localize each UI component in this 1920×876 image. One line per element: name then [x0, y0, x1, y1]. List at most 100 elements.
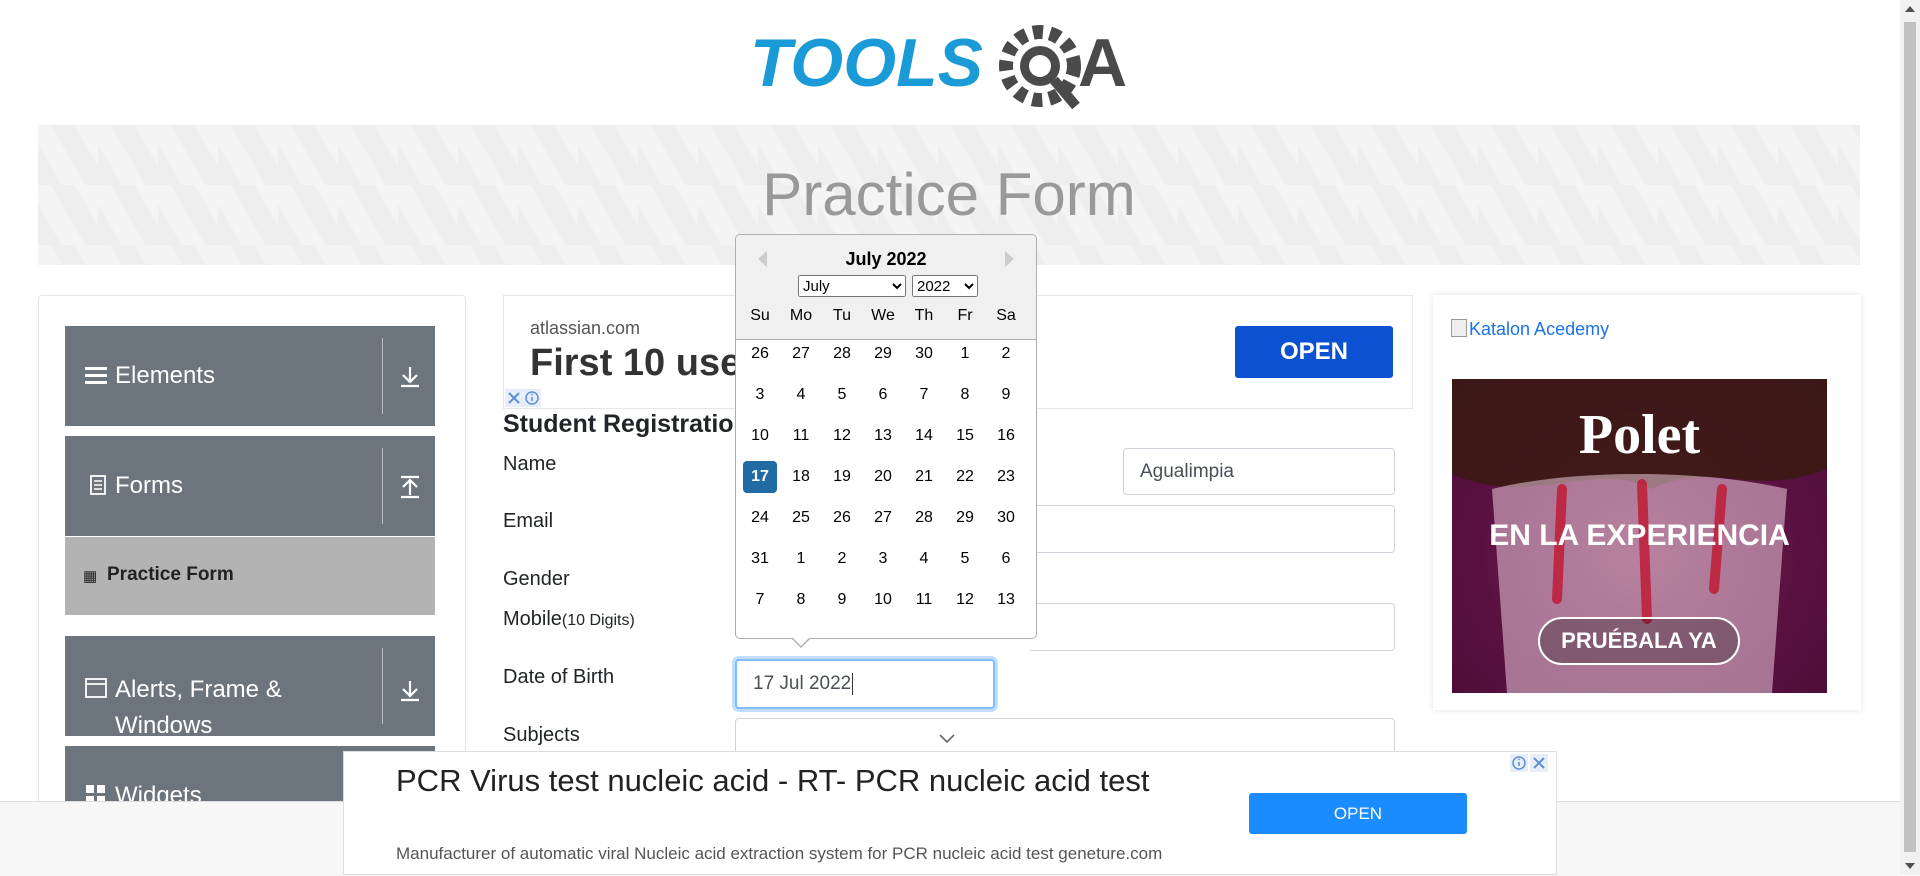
ad-choices-icon[interactable] [1510, 754, 1548, 772]
calendar-day[interactable]: 13 [866, 420, 900, 452]
download-icon[interactable] [397, 678, 423, 704]
calendar-day[interactable]: 15 [948, 420, 982, 452]
calendar-day[interactable]: 11 [907, 584, 941, 616]
calendar-day[interactable]: 28 [825, 338, 859, 370]
calendar-day[interactable]: 12 [948, 584, 982, 616]
email-input[interactable] [1030, 505, 1395, 553]
scroll-down-icon[interactable] [1905, 863, 1915, 869]
toolsqa-logo[interactable]: TOOLS A [750, 18, 1150, 113]
upload-icon[interactable] [397, 474, 423, 500]
calendar-day[interactable]: 31 [743, 543, 777, 575]
calendar-day[interactable]: 2 [989, 338, 1023, 370]
calendar-day[interactable]: 7 [743, 584, 777, 616]
logo-text-tools: TOOLS [750, 25, 983, 101]
ad-open-button[interactable]: OPEN [1249, 793, 1467, 834]
calendar-day[interactable]: 10 [866, 584, 900, 616]
sidebar-group-forms[interactable]: Forms [65, 436, 435, 536]
calendar-day[interactable]: 24 [743, 502, 777, 534]
calendar-day[interactable]: 2 [825, 543, 859, 575]
page-title: Practice Form [762, 161, 1136, 228]
calendar-day[interactable]: 29 [866, 338, 900, 370]
calendar-day[interactable]: 17 [743, 461, 777, 493]
divider [382, 648, 383, 724]
broken-image-icon [1451, 319, 1467, 337]
ad-headline[interactable]: PCR Virus test nucleic acid - RT- PCR nu… [396, 760, 1176, 801]
calendar-day[interactable]: 30 [989, 502, 1023, 534]
calendar-day[interactable]: 1 [948, 338, 982, 370]
sidebar-group-alerts[interactable]: Alerts, Frame & Windows [65, 636, 435, 739]
page-scrollbar[interactable] [1900, 0, 1920, 875]
calendar-day[interactable]: 14 [907, 420, 941, 452]
calendar-day[interactable]: 20 [866, 461, 900, 493]
mobile-label: Mobile(10 Digits) [503, 608, 635, 631]
sidebar-group-elements[interactable]: Elements [65, 326, 435, 426]
ad-sidebar-right[interactable]: Katalon Acedemy Polet EN LA EXPERIENCIA … [1433, 295, 1861, 710]
ad-choices-icon[interactable] [505, 389, 541, 407]
scrollbar-thumb[interactable] [1904, 22, 1916, 852]
ad-slogan: EN LA EXPERIENCIA [1489, 519, 1790, 552]
popup-pointer-fill [793, 638, 809, 646]
polet-ad-image[interactable]: Polet EN LA EXPERIENCIA PRUÉBALA YA [1452, 379, 1827, 693]
calendar-day[interactable]: 6 [989, 543, 1023, 575]
month-select[interactable]: July [798, 275, 906, 297]
calendar-day[interactable]: 9 [989, 379, 1023, 411]
calendar-day[interactable]: 18 [784, 461, 818, 493]
calendar-day[interactable]: 7 [907, 379, 941, 411]
date-picker-header: July 2022 July 2022 Su Mo Tu We Th Fr Sa [736, 235, 1036, 340]
calendar-day[interactable]: 16 [989, 420, 1023, 452]
calendar-day[interactable]: 1 [784, 543, 818, 575]
calendar-day[interactable]: 6 [866, 379, 900, 411]
ad-cta-button[interactable]: PRUÉBALA YA [1538, 617, 1740, 665]
calendar-day[interactable]: 19 [825, 461, 859, 493]
calendar-day[interactable]: 5 [948, 543, 982, 575]
calendar-day[interactable]: 10 [743, 420, 777, 452]
calendar-day[interactable]: 26 [743, 338, 777, 370]
text-cursor [852, 673, 854, 695]
calendar-day[interactable]: 4 [784, 379, 818, 411]
calendar-day[interactable]: 26 [825, 502, 859, 534]
divider [382, 338, 383, 414]
day-name: Fr [957, 307, 973, 324]
next-month-icon[interactable] [1005, 251, 1014, 267]
calendar-day[interactable]: 28 [907, 502, 941, 534]
name-label: Name [503, 453, 557, 475]
sidebar-group-label: Forms [115, 472, 183, 499]
year-select[interactable]: 2022 [912, 275, 978, 297]
chevron-down-icon[interactable] [938, 733, 956, 745]
mobile-hint: (10 Digits) [561, 612, 635, 629]
calendar-day[interactable]: 3 [866, 543, 900, 575]
ad-brand-logo: Polet [1578, 404, 1701, 466]
calendar-day[interactable]: 25 [784, 502, 818, 534]
calendar-day[interactable]: 21 [907, 461, 941, 493]
mobile-input[interactable] [1030, 603, 1395, 651]
calendar-day[interactable]: 5 [825, 379, 859, 411]
scroll-up-icon[interactable] [1905, 6, 1915, 12]
calendar-day[interactable]: 30 [907, 338, 941, 370]
ad-broken-image-link[interactable]: Katalon Acedemy [1451, 319, 1609, 340]
calendar-day[interactable]: 13 [989, 584, 1023, 616]
date-picker-title: July 2022 [845, 249, 927, 269]
date-of-birth-input[interactable]: 17 Jul 2022 [735, 659, 995, 709]
subjects-label: Subjects [503, 724, 580, 746]
day-name: Sa [996, 307, 1016, 324]
day-name: Tu [832, 307, 852, 324]
calendar-day[interactable]: 27 [866, 502, 900, 534]
calendar-day[interactable]: 3 [743, 379, 777, 411]
ad-open-button[interactable]: OPEN [1235, 326, 1393, 378]
calendar-day[interactable]: 8 [948, 379, 982, 411]
calendar-day[interactable]: 4 [907, 543, 941, 575]
calendar-day[interactable]: 23 [989, 461, 1023, 493]
calendar-day[interactable]: 22 [948, 461, 982, 493]
calendar-day[interactable]: 8 [784, 584, 818, 616]
calendar-day[interactable]: 9 [825, 584, 859, 616]
calendar-day[interactable]: 27 [784, 338, 818, 370]
sidebar: Elements Forms ▦ Practice Form Alerts, F… [38, 295, 466, 817]
last-name-input[interactable]: Agualimpia [1123, 448, 1395, 495]
sidebar-item-practice-form[interactable]: ▦ Practice Form [65, 537, 435, 615]
sidebar-group-label: Elements [115, 362, 216, 389]
calendar-day[interactable]: 11 [784, 420, 818, 452]
calendar-day[interactable]: 12 [825, 420, 859, 452]
calendar-day[interactable]: 29 [948, 502, 982, 534]
ad-banner-bottom[interactable]: PCR Virus test nucleic acid - RT- PCR nu… [343, 751, 1557, 875]
download-icon[interactable] [397, 364, 423, 390]
